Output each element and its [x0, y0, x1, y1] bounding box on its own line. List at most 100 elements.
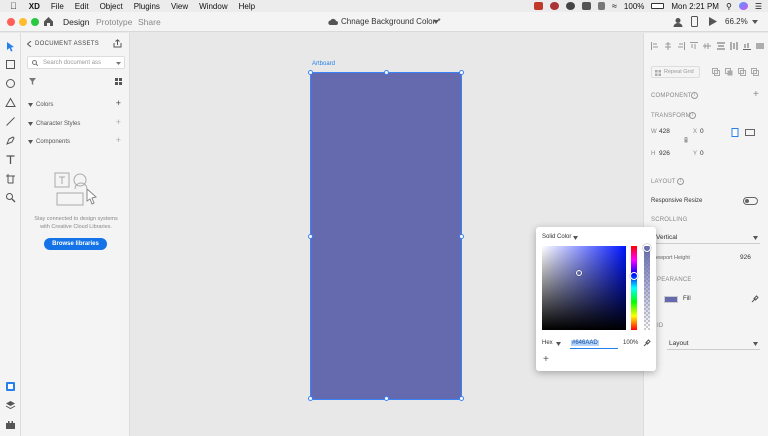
wifi-icon[interactable]: ≈	[612, 1, 617, 11]
add-component-button[interactable]: +	[116, 135, 121, 145]
component-info-icon[interactable]: i	[691, 92, 698, 99]
opacity-slider[interactable]	[643, 244, 651, 330]
hue-slider[interactable]	[630, 246, 638, 330]
layers-panel-icon[interactable]	[5, 400, 16, 411]
apple-icon[interactable]: 	[10, 1, 17, 11]
fill-color-swatch[interactable]	[664, 296, 678, 303]
artboard-tool-icon[interactable]	[5, 173, 16, 184]
browse-libraries-button[interactable]: Browse libraries	[44, 238, 107, 250]
search-input[interactable]: Search document ass	[43, 60, 101, 66]
document-title[interactable]: Chnage Background Color *	[341, 17, 441, 26]
search-box[interactable]: Search document ass	[27, 56, 125, 69]
saturation-brightness-area[interactable]	[542, 246, 626, 330]
menu-view[interactable]: View	[171, 2, 188, 11]
chevron-left-icon[interactable]	[27, 41, 32, 47]
opacity-slider-knob[interactable]	[643, 244, 651, 252]
lock-aspect-icon[interactable]	[684, 137, 688, 143]
landscape-orientation-icon[interactable]	[745, 129, 755, 136]
zoom-tool-icon[interactable]	[5, 192, 16, 203]
align-left-icon[interactable]	[651, 42, 659, 50]
color-format-chevron-icon[interactable]	[556, 342, 561, 346]
tab-design[interactable]: Design	[63, 17, 89, 27]
assets-panel-icon[interactable]	[5, 381, 16, 392]
pen-tool-icon[interactable]	[5, 135, 16, 146]
play-icon[interactable]	[709, 17, 717, 26]
character-styles-chevron-icon[interactable]	[28, 122, 33, 126]
add-component-state-button[interactable]: +	[753, 89, 759, 100]
polygon-tool-icon[interactable]	[5, 97, 16, 108]
search-dropdown-icon[interactable]	[116, 62, 121, 65]
status-app-icon[interactable]	[549, 2, 559, 10]
menu-edit[interactable]: Edit	[75, 2, 89, 11]
height-field[interactable]: 926	[659, 150, 670, 157]
close-window-button[interactable]	[7, 18, 15, 26]
width-field[interactable]: 428	[659, 128, 670, 135]
rectangle-tool-icon[interactable]	[5, 59, 16, 70]
repeat-grid-button[interactable]: Repeat Grid	[651, 66, 700, 78]
tab-share[interactable]: Share	[138, 17, 161, 27]
battery-icon[interactable]	[651, 3, 665, 9]
home-icon[interactable]	[43, 16, 54, 27]
plugins-panel-icon[interactable]	[5, 419, 16, 430]
color-mode-select[interactable]: Solid Color	[542, 234, 571, 240]
grid-view-icon[interactable]	[115, 78, 122, 85]
distribute-horizontal-icon[interactable]	[717, 42, 725, 50]
opacity-field[interactable]: 100%	[623, 340, 638, 346]
add-color-button[interactable]: +	[116, 98, 121, 108]
components-chevron-icon[interactable]	[28, 140, 33, 144]
chevron-down-icon[interactable]	[433, 20, 439, 24]
x-field[interactable]: 0	[700, 128, 704, 135]
artboard[interactable]	[308, 70, 464, 401]
ellipse-tool-icon[interactable]	[5, 78, 16, 89]
section-colors[interactable]: Colors	[36, 102, 53, 108]
section-character-styles[interactable]: Character Styles	[36, 121, 80, 127]
filter-icon[interactable]	[29, 78, 36, 85]
transform-info-icon[interactable]: i	[689, 112, 696, 119]
align-right-icon[interactable]	[677, 42, 685, 50]
layout-info-icon[interactable]: i	[677, 178, 684, 185]
y-field[interactable]: 0	[700, 150, 704, 157]
menu-app-name[interactable]: XD	[29, 2, 40, 11]
select-tool-icon[interactable]	[5, 41, 16, 52]
screenshot-icon[interactable]	[581, 2, 591, 10]
zoom-level[interactable]: 66.2%	[725, 17, 748, 26]
resize-handle-bottom-right[interactable]	[459, 396, 464, 401]
hue-slider-knob[interactable]	[630, 272, 638, 280]
eyedropper-icon[interactable]	[751, 295, 759, 303]
align-justify-icon[interactable]	[756, 42, 764, 50]
device-preview-icon[interactable]	[691, 16, 698, 27]
align-top-icon[interactable]	[690, 42, 698, 50]
line-tool-icon[interactable]	[5, 116, 16, 127]
boolean-exclude-icon[interactable]	[751, 68, 759, 76]
notification-center-icon[interactable]: ☰	[755, 2, 762, 11]
menu-file[interactable]: File	[51, 2, 64, 11]
responsive-resize-toggle[interactable]	[743, 197, 758, 205]
section-components[interactable]: Components	[36, 139, 70, 145]
share-icon[interactable]	[113, 39, 122, 48]
align-bottom-icon[interactable]	[743, 42, 751, 50]
volume-icon[interactable]	[597, 2, 605, 10]
add-swatch-button[interactable]: +	[543, 354, 549, 365]
tab-prototype[interactable]: Prototype	[96, 17, 132, 27]
scrolling-select[interactable]: Vertical	[656, 232, 760, 244]
zoom-window-button[interactable]	[31, 18, 39, 26]
resize-handle-top-left[interactable]	[308, 70, 313, 75]
portrait-orientation-icon[interactable]	[731, 128, 739, 137]
align-center-icon[interactable]	[664, 42, 672, 50]
resize-handle-left[interactable]	[308, 234, 313, 239]
user-icon[interactable]	[673, 17, 683, 27]
text-tool-icon[interactable]	[5, 154, 16, 165]
menu-object[interactable]: Object	[100, 2, 123, 11]
colors-chevron-icon[interactable]	[28, 103, 33, 107]
menu-plugins[interactable]: Plugins	[134, 2, 160, 11]
artboard-label[interactable]: Artboard	[312, 61, 335, 67]
menu-help[interactable]: Help	[239, 2, 255, 11]
zoom-chevron-icon[interactable]	[752, 20, 758, 24]
color-mode-chevron-icon[interactable]	[573, 236, 578, 240]
menu-window[interactable]: Window	[199, 2, 227, 11]
add-character-style-button[interactable]: +	[116, 117, 121, 127]
resize-handle-right[interactable]	[459, 234, 464, 239]
spotlight-icon[interactable]: ⚲	[726, 2, 732, 11]
viewport-height-field[interactable]: 926	[740, 254, 751, 261]
minimize-window-button[interactable]	[19, 18, 27, 26]
